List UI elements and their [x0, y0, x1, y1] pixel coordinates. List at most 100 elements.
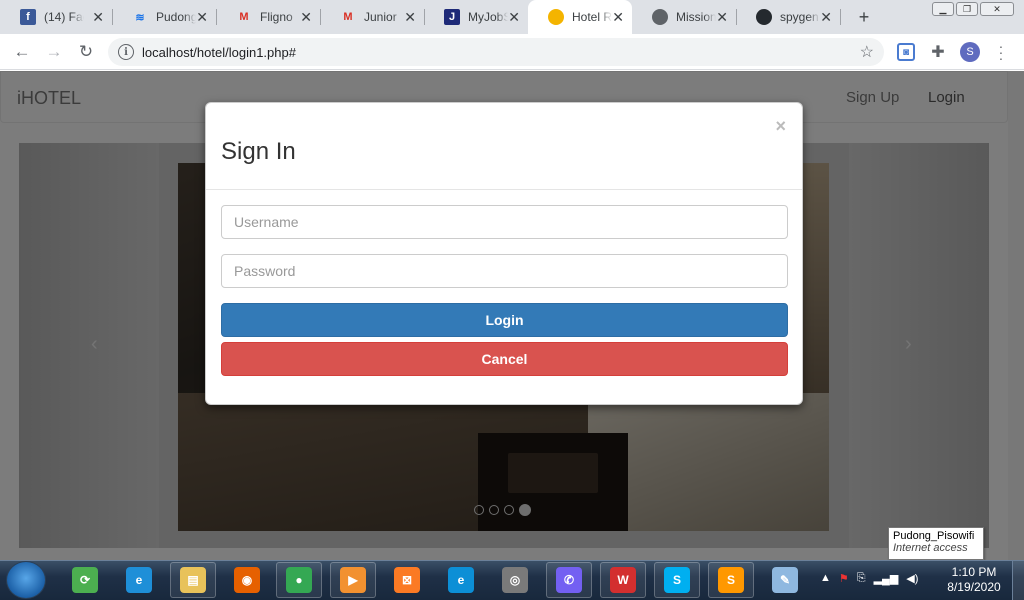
password-field[interactable] [221, 254, 788, 288]
tray-network-icon[interactable]: ▂▄▆ [874, 572, 899, 585]
modal-title: Sign In [221, 138, 296, 165]
taskbar-clock[interactable]: 1:10 PM 8/19/2020 [944, 565, 1004, 595]
tray-volume-icon[interactable]: ◀) [906, 572, 918, 585]
taskbar-app[interactable]: e [438, 562, 484, 598]
skype-icon: S [664, 567, 690, 593]
network-status: Internet access [893, 542, 968, 554]
taskbar-app[interactable]: ● [276, 562, 322, 598]
gmail-icon: M [343, 11, 353, 23]
network-tooltip: Pudong_Pisowifi Internet access [888, 527, 984, 560]
sign-in-modal: × Sign In Login Cancel [205, 102, 803, 405]
media-icon: ▶ [340, 567, 366, 593]
minimize-button[interactable]: ▁ [932, 2, 954, 16]
window-close-button[interactable]: ✕ [980, 2, 1014, 16]
browser-menu-icon[interactable]: · · · [998, 39, 1004, 65]
modal-close-button[interactable]: × [775, 117, 786, 135]
taskbar-app[interactable]: S [708, 562, 754, 598]
browser-tab-title: Mission [676, 10, 716, 24]
sublime-icon: S [718, 567, 744, 593]
site-info-icon[interactable]: i [118, 44, 134, 60]
github-icon [756, 9, 772, 25]
taskbar-app[interactable]: ✆ [546, 562, 592, 598]
browser-toolbar: ← → ↻ i localhost/hotel/login1.php# ☆ ◙ … [0, 34, 1024, 70]
maximize-button[interactable]: ❐ [956, 2, 978, 16]
browser-tab-title: MyJobS [468, 10, 508, 24]
browser-tab[interactable]: ≋ Pudong ✕ [112, 0, 217, 34]
tab-close-icon[interactable]: ✕ [820, 10, 832, 24]
taskbar-app[interactable]: e [116, 562, 162, 598]
tab-close-icon[interactable]: ✕ [300, 10, 312, 24]
taskbar-app[interactable]: ◉ [224, 562, 270, 598]
tray-flag-icon[interactable]: ⚑ [839, 572, 849, 585]
browser-tab-title: Fligno [260, 10, 293, 24]
back-icon[interactable]: ← [12, 42, 32, 62]
paint-icon: ✎ [772, 567, 798, 593]
cancel-button[interactable]: Cancel [221, 342, 788, 376]
network-name: Pudong_Pisowifi [893, 530, 975, 542]
reload-icon[interactable]: ↻ [76, 42, 96, 62]
modal-divider [206, 189, 802, 190]
taskbar-app[interactable]: ⟳ [62, 562, 108, 598]
login-button[interactable]: Login [221, 303, 788, 337]
profile-avatar[interactable]: S [960, 42, 980, 62]
browser-tab[interactable]: M Junior ✕ [320, 0, 425, 34]
taskbar-app[interactable]: S [654, 562, 700, 598]
tab-close-icon[interactable]: ✕ [196, 10, 208, 24]
tab-close-icon[interactable]: ✕ [92, 10, 104, 24]
extension-icon[interactable]: ◙ [897, 43, 915, 61]
edge-icon: e [448, 567, 474, 593]
myjobs-icon: J [444, 9, 460, 25]
start-button[interactable] [6, 561, 46, 599]
ie-icon: e [126, 567, 152, 593]
camera-icon: ◎ [502, 567, 528, 593]
tray-usb-icon[interactable]: ⎘ [857, 572, 866, 585]
globe-icon [652, 9, 668, 25]
sync-center-icon: ⟳ [72, 567, 98, 593]
browser-tab-strip: f(14) Facebook✕≋Pudong✕MFligno✕MJunior✕J… [0, 0, 1024, 34]
facebook-icon: f [20, 9, 36, 25]
system-tray: ▲ ⚑ ⎘ ▂▄▆ ◀) [820, 572, 926, 585]
tab-close-icon[interactable]: ✕ [716, 10, 728, 24]
hotel-favicon-icon [548, 9, 564, 25]
browser-tab-title: Junior [364, 10, 397, 24]
browser-tab[interactable]: spygen ✕ [736, 0, 841, 34]
taskbar-app[interactable]: ▤ [170, 562, 216, 598]
browser-tab[interactable]: Mission ✕ [632, 0, 737, 34]
taskbar-app[interactable]: W [600, 562, 646, 598]
browser-tab[interactable]: f (14) Facebook ✕ [0, 0, 113, 34]
tab-separator [840, 9, 841, 25]
new-tab-button[interactable]: + [855, 8, 873, 26]
show-desktop-button[interactable] [1012, 561, 1024, 600]
wpm-icon: W [610, 567, 636, 593]
tab-close-icon[interactable]: ✕ [612, 10, 624, 24]
bookmark-star-icon[interactable]: ☆ [860, 42, 874, 62]
taskbar-app[interactable]: ▶ [330, 562, 376, 598]
browser-tab[interactable]: M Fligno ✕ [216, 0, 321, 34]
username-field[interactable] [221, 205, 788, 239]
browser-tab-title: Hotel R [572, 10, 612, 24]
browser-tab-title: Pudong [156, 10, 196, 24]
taskbar-app[interactable]: ⊠ [384, 562, 430, 598]
xampp-icon: ⊠ [394, 567, 420, 593]
clock-date: 8/19/2020 [947, 580, 1001, 594]
viber-icon: ✆ [556, 567, 582, 593]
address-bar[interactable]: i localhost/hotel/login1.php# ☆ [108, 38, 884, 66]
forward-icon[interactable]: → [44, 42, 64, 62]
browser-tab[interactable]: J MyJobS ✕ [424, 0, 528, 34]
tray-chevron-icon[interactable]: ▲ [820, 572, 831, 585]
firefox-icon: ◉ [234, 567, 260, 593]
tab-close-icon[interactable]: ✕ [508, 10, 520, 24]
wifi-icon: ≋ [135, 11, 145, 24]
taskbar-app[interactable]: ✎ [762, 562, 808, 598]
clock-time: 1:10 PM [951, 565, 997, 579]
extensions-puzzle-icon[interactable]: ✚ [929, 43, 947, 61]
window-controls: ▁ ❐ ✕ [930, 2, 1014, 16]
chrome-icon: ● [286, 567, 312, 593]
tab-close-icon[interactable]: ✕ [404, 10, 416, 24]
address-url[interactable]: localhost/hotel/login1.php# [142, 45, 296, 60]
browser-tab[interactable]: Hotel R ✕ [528, 0, 632, 34]
explorer-icon: ▤ [180, 567, 206, 593]
taskbar-app[interactable]: ◎ [492, 562, 538, 598]
browser-tab-title: (14) Facebook [44, 10, 84, 24]
browser-tab-title: spygen [780, 10, 819, 24]
